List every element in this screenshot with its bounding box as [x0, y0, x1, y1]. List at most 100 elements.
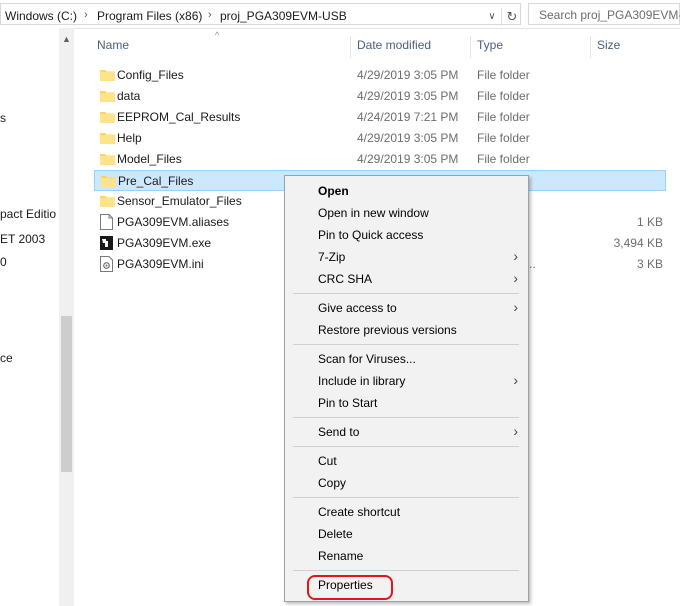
file-type: File folder: [477, 131, 530, 145]
folder-icon: [101, 176, 116, 187]
menu-item-open-new-window[interactable]: Open in new window: [285, 202, 528, 224]
file-date: 4/29/2019 3:05 PM: [357, 68, 459, 82]
file-row[interactable]: EEPROM_Cal_Results 4/24/2019 7:21 PM Fil…: [94, 107, 666, 128]
breadcrumb-program-files[interactable]: Program Files (x86): [97, 9, 202, 23]
column-header-name[interactable]: Name: [97, 38, 129, 58]
menu-item-label: Send to: [318, 425, 360, 439]
column-divider[interactable]: [590, 36, 591, 58]
chevron-right-icon: ›: [513, 299, 518, 315]
menu-item-rename[interactable]: Rename: [285, 545, 528, 567]
nav-item[interactable]: 0: [0, 255, 7, 269]
menu-divider: [293, 417, 519, 418]
file-name: Sensor_Emulator_Files: [117, 194, 242, 208]
folder-icon: [100, 133, 115, 144]
file-row[interactable]: Help 4/29/2019 3:05 PM File folder: [94, 128, 666, 149]
folder-icon: [100, 154, 115, 165]
nav-item[interactable]: pact Editio: [0, 207, 56, 221]
file-name: PGA309EVM.aliases: [117, 215, 230, 229]
file-date: 4/29/2019 3:05 PM: [357, 152, 459, 166]
nav-item[interactable]: ET 2003: [0, 232, 45, 246]
menu-item-include-library[interactable]: Include in library ›: [285, 370, 528, 392]
menu-item-restore-versions[interactable]: Restore previous versions: [285, 319, 528, 341]
file-type: File folder: [477, 89, 530, 103]
breadcrumb-drive[interactable]: Windows (C:): [5, 9, 77, 23]
search-placeholder: Search proj_PGA309EVM-USB: [539, 8, 680, 22]
menu-item-label: Restore previous versions: [318, 323, 457, 337]
file-name: Help: [117, 131, 142, 145]
menu-item-label: Open in new window: [318, 206, 429, 220]
file-date: 4/29/2019 3:05 PM: [357, 89, 459, 103]
menu-item-cut[interactable]: Cut: [285, 450, 528, 472]
file-type: File folder: [477, 68, 530, 82]
menu-item-label: CRC SHA: [318, 272, 373, 286]
context-menu: Open Open in new window Pin to Quick acc…: [284, 175, 529, 602]
menu-item-send-to[interactable]: Send to ›: [285, 421, 528, 443]
chevron-right-icon: ›: [513, 372, 518, 388]
column-divider[interactable]: [350, 36, 351, 58]
menu-item-crc-sha[interactable]: CRC SHA ›: [285, 268, 528, 290]
file-name: Config_Files: [117, 68, 184, 82]
column-divider[interactable]: [470, 36, 471, 58]
menu-item-label: 7-Zip: [318, 250, 346, 264]
folder-icon: [100, 70, 115, 81]
chevron-right-icon: ›: [513, 270, 518, 286]
menu-item-delete[interactable]: Delete: [285, 523, 528, 545]
menu-item-label: Give access to: [318, 301, 397, 315]
search-input[interactable]: Search proj_PGA309EVM-USB: [528, 3, 680, 25]
file-date: 4/24/2019 7:21 PM: [357, 110, 459, 124]
menu-divider: [293, 570, 519, 571]
file-name: PGA309EVM.ini: [117, 257, 204, 271]
file-row[interactable]: data 4/29/2019 3:05 PM File folder: [94, 86, 666, 107]
menu-item-open[interactable]: Open: [285, 180, 528, 202]
sort-up-icon: ^: [215, 30, 220, 40]
file-size: 1 KB: [636, 215, 663, 229]
menu-item-label: Open: [318, 184, 349, 198]
menu-divider: [293, 293, 519, 294]
menu-divider: [293, 446, 519, 447]
chevron-right-icon: ›: [513, 423, 518, 439]
nav-item[interactable]: ce: [0, 351, 13, 365]
folder-icon: [100, 196, 115, 207]
menu-item-copy[interactable]: Copy: [285, 472, 528, 494]
nav-item[interactable]: s: [0, 111, 6, 125]
column-header-type[interactable]: Type: [477, 38, 503, 58]
menu-item-label: Delete: [318, 527, 353, 541]
folder-icon: [100, 91, 115, 102]
file-row[interactable]: Config_Files 4/29/2019 3:05 PM File fold…: [94, 65, 666, 86]
menu-item-label: Scan for Viruses...: [318, 352, 416, 366]
scrollbar-thumb[interactable]: [61, 316, 72, 472]
menu-item-pin-quick-access[interactable]: Pin to Quick access: [285, 224, 528, 246]
file-size: 3 KB: [636, 257, 663, 271]
column-header-date[interactable]: Date modified: [357, 38, 431, 58]
menu-item-label: Pin to Quick access: [318, 228, 424, 242]
menu-item-7zip[interactable]: 7-Zip ›: [285, 246, 528, 268]
menu-item-pin-start[interactable]: Pin to Start: [285, 392, 528, 414]
file-name: Pre_Cal_Files: [118, 174, 194, 188]
chevron-down-icon[interactable]: ∨: [485, 8, 499, 26]
menu-item-label: Cut: [318, 454, 337, 468]
menu-item-scan-viruses[interactable]: Scan for Viruses...: [285, 348, 528, 370]
menu-item-label: Copy: [318, 476, 347, 490]
breadcrumb-project-folder[interactable]: proj_PGA309EVM-USB: [220, 9, 347, 23]
file-name: EEPROM_Cal_Results: [117, 110, 241, 124]
file-row[interactable]: Model_Files 4/29/2019 3:05 PM File folde…: [94, 149, 666, 170]
ti-logo-icon: [100, 236, 113, 250]
menu-divider: [293, 497, 519, 498]
scroll-up-icon[interactable]: ▲: [59, 34, 74, 44]
chevron-right-icon[interactable]: ›: [84, 9, 88, 21]
file-date: 4/29/2019 3:05 PM: [357, 131, 459, 145]
properties-highlight-outline: [307, 575, 393, 600]
refresh-icon[interactable]: ↻: [501, 8, 522, 26]
settings-file-icon: [100, 256, 113, 272]
menu-item-label: Create shortcut: [318, 505, 401, 519]
file-type: File folder: [477, 110, 530, 124]
menu-item-give-access[interactable]: Give access to ›: [285, 297, 528, 319]
nav-scrollbar[interactable]: ▲: [59, 28, 74, 606]
chevron-right-icon: ›: [513, 248, 518, 264]
menu-item-label: Rename: [318, 549, 364, 563]
column-header-size[interactable]: Size: [597, 38, 620, 58]
menu-item-create-shortcut[interactable]: Create shortcut: [285, 501, 528, 523]
address-field[interactable]: Windows (C:) › Program Files (x86) › pro…: [0, 3, 522, 26]
chevron-right-icon[interactable]: ›: [208, 9, 212, 21]
menu-item-label: Include in library: [318, 374, 406, 388]
